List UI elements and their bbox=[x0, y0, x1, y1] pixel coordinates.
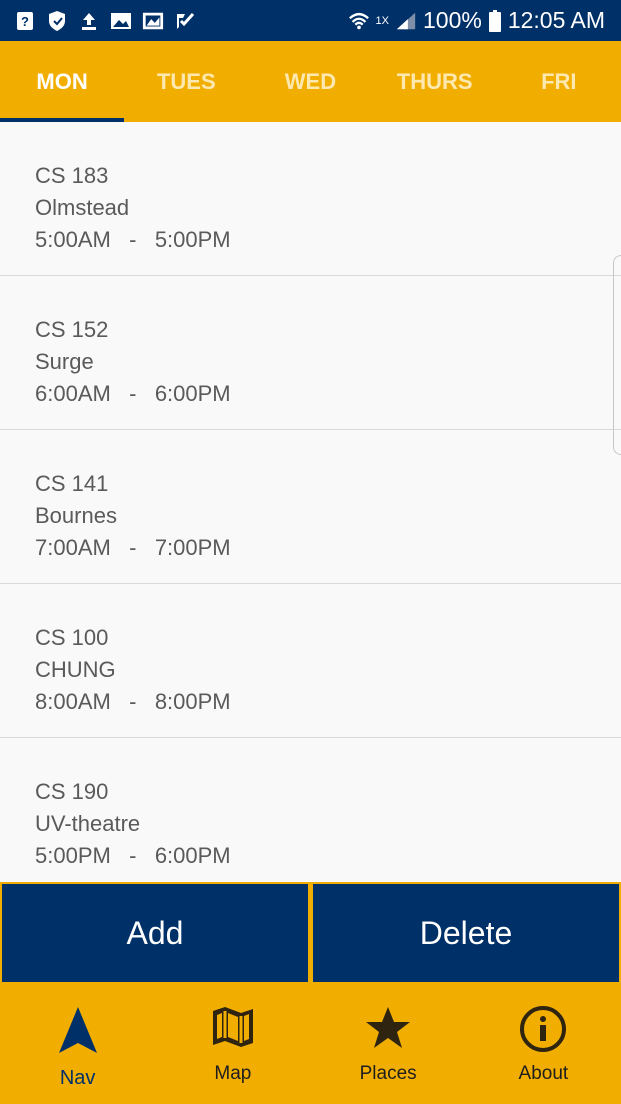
course-location: Bournes bbox=[35, 503, 117, 528]
course-location: UV-theatre bbox=[35, 811, 141, 836]
check-icon bbox=[174, 10, 196, 32]
wifi-icon bbox=[348, 10, 370, 32]
course-code: CS 152 bbox=[35, 317, 109, 342]
course-time: 6:00AM - 6:00PM bbox=[35, 381, 231, 406]
shield-icon bbox=[46, 10, 68, 32]
info-icon bbox=[519, 1005, 567, 1058]
signal-icon bbox=[395, 10, 417, 32]
status-system-icons: 1X 100% 12:05 AM bbox=[348, 7, 605, 34]
tab-mon[interactable]: MON bbox=[0, 41, 125, 122]
bottom-nav-map[interactable]: Map bbox=[155, 983, 310, 1104]
status-time: 12:05 AM bbox=[507, 7, 605, 33]
bottom-navigation: Nav Map Places About bbox=[0, 983, 621, 1104]
battery-icon bbox=[488, 9, 502, 32]
help-icon: ? bbox=[14, 10, 36, 32]
tab-fri[interactable]: FRI bbox=[497, 41, 621, 122]
course-location: Surge bbox=[35, 349, 94, 374]
course-code: CS 183 bbox=[35, 163, 109, 188]
status-notification-icons: ? bbox=[14, 10, 196, 32]
list-item[interactable]: CS 190 UV-theatre 5:00PM - 6:00PM bbox=[0, 738, 621, 882]
gallery-icon bbox=[142, 10, 164, 32]
bottom-nav-about[interactable]: About bbox=[466, 983, 621, 1104]
course-time: 8:00AM - 8:00PM bbox=[35, 689, 231, 714]
map-icon bbox=[211, 1005, 255, 1054]
navigation-arrow-icon bbox=[56, 1005, 100, 1060]
list-item[interactable]: CS 141 Bournes 7:00AM - 7:00PM bbox=[0, 430, 621, 584]
status-bar: ? 1X 100% 12:05 AM bbox=[0, 0, 621, 41]
edge-panel-handle[interactable] bbox=[613, 255, 621, 455]
course-location: Olmstead bbox=[35, 195, 130, 220]
bottom-nav-places[interactable]: Places bbox=[311, 983, 466, 1104]
course-time: 5:00AM - 5:00PM bbox=[35, 227, 231, 252]
network-type-label: 1X bbox=[375, 15, 389, 27]
svg-text:?: ? bbox=[21, 14, 29, 29]
course-time: 7:00AM - 7:00PM bbox=[35, 535, 231, 560]
bottom-nav-nav[interactable]: Nav bbox=[0, 983, 155, 1104]
tab-thurs[interactable]: THURS bbox=[373, 41, 497, 122]
tab-wed[interactable]: WED bbox=[248, 41, 372, 122]
course-code: CS 190 bbox=[35, 779, 109, 804]
add-button[interactable]: Add bbox=[2, 884, 308, 982]
image-icon bbox=[110, 10, 132, 32]
course-code: CS 100 bbox=[35, 625, 109, 650]
tab-tues[interactable]: TUES bbox=[124, 41, 248, 122]
battery-percent: 100% bbox=[422, 7, 482, 33]
day-tab-bar: MON TUES WED THURS FRI bbox=[0, 41, 621, 122]
list-item[interactable]: CS 152 Surge 6:00AM - 6:00PM bbox=[0, 276, 621, 430]
course-location: CHUNG bbox=[35, 657, 116, 682]
action-bar: Add Delete bbox=[0, 882, 621, 983]
list-item[interactable]: CS 183 Olmstead 5:00AM - 5:00PM bbox=[0, 122, 621, 276]
star-icon bbox=[364, 1005, 412, 1056]
bottom-nav-label: About bbox=[518, 1063, 569, 1084]
delete-button[interactable]: Delete bbox=[313, 884, 619, 982]
bottom-nav-label: Places bbox=[359, 1063, 417, 1084]
course-time: 5:00PM - 6:00PM bbox=[35, 843, 231, 868]
class-list[interactable]: CS 183 Olmstead 5:00AM - 5:00PM CS 152 S… bbox=[0, 122, 621, 882]
upload-icon bbox=[78, 10, 100, 32]
bottom-nav-label: Nav bbox=[59, 1067, 96, 1089]
course-code: CS 141 bbox=[35, 471, 109, 496]
list-item[interactable]: CS 100 CHUNG 8:00AM - 8:00PM bbox=[0, 584, 621, 738]
bottom-nav-label: Map bbox=[214, 1063, 252, 1084]
